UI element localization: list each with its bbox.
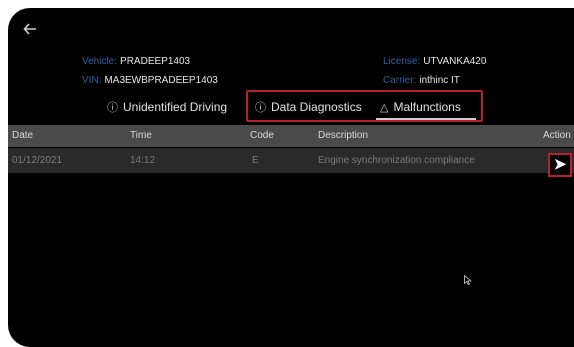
license-info: License: UTVANKA420 <box>383 56 486 68</box>
cell-code: E <box>252 155 259 166</box>
vin-label: VIN: <box>82 75 102 86</box>
carrier-label: Carrier: <box>383 75 417 86</box>
row-action-button[interactable]: ➤ <box>548 153 572 177</box>
column-action: Action <box>543 130 571 141</box>
column-description: Description <box>318 130 369 141</box>
vin-value: MA3EWBPRADEEP1403 <box>104 75 218 86</box>
table-header: Date Time Code Description Action <box>8 125 574 147</box>
cell-description: Engine synchronization compliance <box>318 155 475 166</box>
carrier-value: inthinc IT <box>419 75 460 86</box>
vehicle-label: Vehicle: <box>82 56 118 67</box>
active-tab-indicator <box>376 118 476 120</box>
tab-data-diagnostics[interactable]: ⓘ Data Diagnostics <box>255 96 362 118</box>
vehicle-info: Vehicle: PRADEEP1403 <box>82 56 190 68</box>
tab-malfunctions[interactable]: △ Malfunctions <box>380 96 461 118</box>
carrier-info: Carrier: inthinc IT <box>383 75 460 87</box>
column-time: Time <box>130 130 152 141</box>
tab-label: Malfunctions <box>393 100 461 114</box>
tab-bar: ⓘ Unidentified Driving ⓘ Data Diagnostics … <box>8 90 574 122</box>
cell-time: 14:12 <box>130 155 156 166</box>
license-value: UTVANKA420 <box>423 56 487 67</box>
info-circle-icon: ⓘ <box>255 102 266 114</box>
column-code: Code <box>250 130 274 141</box>
tab-label: Data Diagnostics <box>271 100 362 114</box>
vin-info: VIN: MA3EWBPRADEEP1403 <box>82 75 218 87</box>
cell-date: 01/12/2021 <box>12 155 63 166</box>
back-arrow-icon[interactable] <box>23 22 41 40</box>
app-screen: Vehicle: PRADEEP1403 VIN: MA3EWBPRADEEP140… <box>8 8 574 347</box>
info-circle-icon: ⓘ <box>107 102 118 114</box>
warning-triangle-icon: △ <box>380 102 389 114</box>
column-date: Date <box>12 130 34 141</box>
table-row[interactable]: 01/12/2021 14:12 E Engine synchronizatio… <box>8 148 574 173</box>
tab-label: Unidentified Driving <box>123 100 228 114</box>
tab-unidentified-driving[interactable]: ⓘ Unidentified Driving <box>107 96 227 118</box>
vehicle-value: PRADEEP1403 <box>120 56 191 67</box>
license-label: License: <box>383 56 421 67</box>
chevron-right-icon: ➤ <box>553 156 567 173</box>
mouse-cursor-icon <box>464 275 472 285</box>
